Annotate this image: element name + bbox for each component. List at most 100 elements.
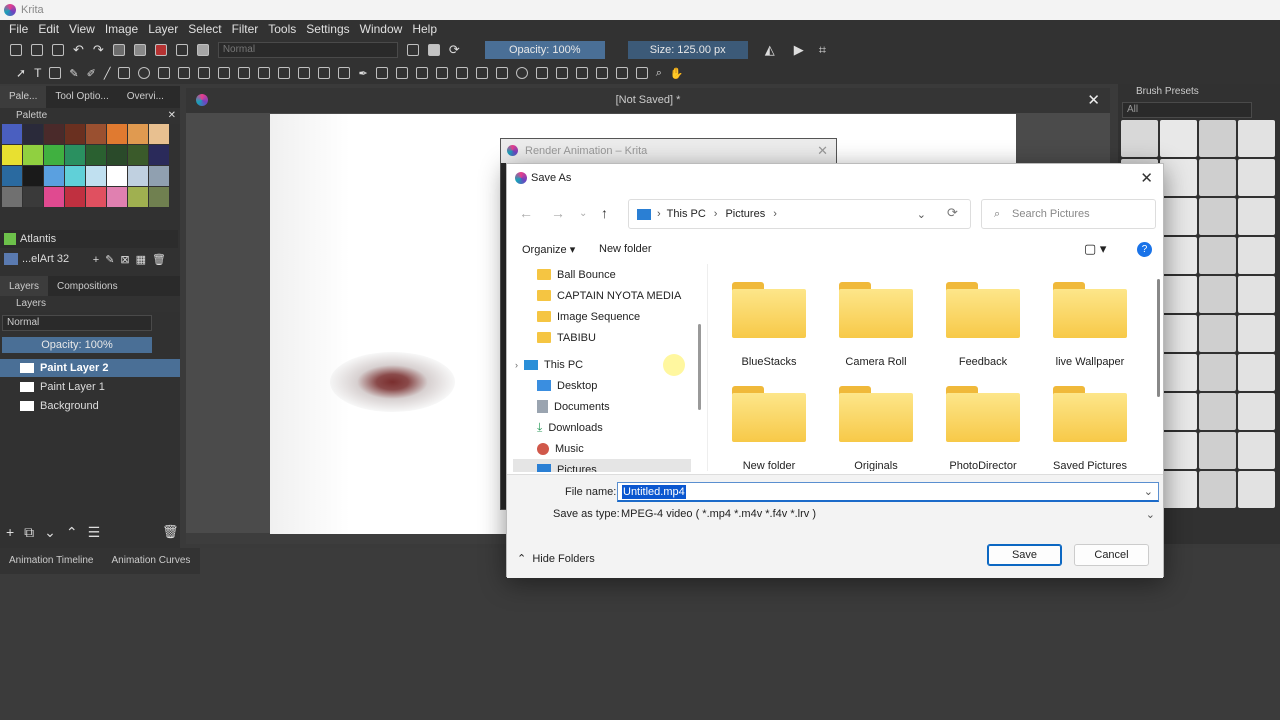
address-bar[interactable]: › This PC › Pictures › ⌄ [628, 199, 971, 229]
text-tool-icon[interactable]: T [34, 66, 41, 80]
palette-swatch[interactable] [107, 166, 127, 186]
brush-preset-tile[interactable] [1199, 120, 1236, 157]
palette-swatch[interactable] [2, 124, 22, 144]
palette-swatch[interactable] [65, 124, 85, 144]
palette-swatch[interactable] [149, 187, 169, 207]
palette-swatch[interactable] [149, 145, 169, 165]
palette-swatch[interactable] [65, 166, 85, 186]
brush-preset-tile[interactable] [1238, 471, 1275, 508]
tree-folder[interactable]: TABIBU [537, 327, 596, 348]
chevron-down-icon[interactable]: ⌄ [917, 208, 926, 221]
move-tool-icon[interactable] [298, 67, 311, 79]
layer-row-active[interactable]: Paint Layer 2 [0, 359, 180, 377]
measure-tool-icon[interactable] [455, 67, 468, 79]
fill-tool-icon[interactable] [395, 67, 408, 79]
tree-pictures-selected[interactable]: Pictures [513, 459, 691, 472]
save-type-select[interactable]: MPEG-4 video ( *.mp4 *.m4v *.f4v *.lrv )… [617, 504, 1159, 524]
brush-preset-tile[interactable] [1160, 276, 1197, 313]
smart-patch-icon[interactable] [375, 67, 388, 79]
new-folder-button[interactable]: New folder [599, 243, 652, 255]
menu-edit[interactable]: Edit [33, 22, 64, 36]
palette-swatch[interactable] [2, 145, 22, 165]
document-tab[interactable]: [Not Saved] * ✕ [186, 88, 1110, 113]
menu-settings[interactable]: Settings [301, 22, 354, 36]
color-picker-icon[interactable]: ✒ [358, 67, 367, 80]
layer-blend-select[interactable]: Normal [2, 315, 152, 331]
menu-tools[interactable]: Tools [263, 22, 301, 36]
brush-preset-tile[interactable] [1238, 159, 1275, 196]
opacity-slider[interactable]: Opacity: 100% [484, 41, 605, 59]
pan-tool-icon[interactable]: ✋ [670, 67, 684, 80]
close-icon[interactable]: ✕ [817, 139, 828, 163]
tab-layers[interactable]: Layers [0, 276, 49, 298]
edit-shapes-icon[interactable] [49, 67, 62, 79]
brush-preset-tile[interactable] [1160, 393, 1197, 430]
brush-preset-tile[interactable] [1160, 120, 1197, 157]
brush-settings-icon[interactable] [175, 44, 188, 56]
mirror-vertical-icon[interactable]: ▶ [794, 42, 804, 58]
palette-swatch[interactable] [2, 187, 22, 207]
layer-actions[interactable]: +⧉⌄⌃☰ [6, 524, 110, 541]
palette-swatch[interactable] [86, 124, 106, 144]
brush-preset-tile[interactable] [1238, 198, 1275, 235]
brush-preset-tile[interactable] [1199, 315, 1236, 352]
chevron-down-icon[interactable]: ⌄ [1146, 508, 1155, 521]
freehand-path-icon[interactable] [218, 67, 231, 79]
ellipse-tool-icon[interactable] [138, 67, 151, 79]
polyline-tool-icon[interactable] [178, 67, 191, 79]
menu-filter[interactable]: Filter [227, 22, 264, 36]
reload-preset-icon[interactable]: ⟳ [449, 42, 460, 58]
brush-preset-tile[interactable] [1160, 354, 1197, 391]
bezier-tool-icon[interactable] [198, 67, 211, 79]
menu-layer[interactable]: Layer [143, 22, 183, 36]
refresh-icon[interactable]: ⟳ [947, 205, 958, 221]
tree-folder[interactable]: CAPTAIN NYOTA MEDIA [537, 285, 681, 306]
blend-mode-select[interactable]: Normal [217, 42, 398, 58]
close-icon[interactable]: ✕ [1140, 169, 1153, 187]
polygon-select-icon[interactable] [535, 67, 548, 79]
brush-preset-tile[interactable] [1160, 471, 1197, 508]
file-folder-item[interactable]: Originals [826, 386, 926, 471]
brush-preset-tile[interactable] [1199, 237, 1236, 274]
new-document-icon[interactable] [10, 44, 22, 56]
file-folder-item[interactable]: Saved Pictures [1040, 386, 1140, 471]
palette-swatch[interactable] [23, 145, 43, 165]
save-document-icon[interactable] [52, 44, 64, 56]
select-shapes-icon[interactable]: ➚ [16, 66, 26, 80]
line-tool-icon[interactable]: ╱ [104, 67, 111, 80]
organize-button[interactable]: Organize ▾ [522, 243, 575, 256]
rect-select-icon[interactable] [495, 67, 508, 79]
menu-view[interactable]: View [64, 22, 100, 36]
palette-swatch[interactable] [86, 145, 106, 165]
rectangle-tool-icon[interactable] [118, 67, 131, 79]
brush-preset-tile[interactable] [1238, 393, 1275, 430]
chevron-down-icon[interactable]: ⌄ [1143, 484, 1154, 499]
palette-swatch[interactable] [128, 166, 148, 186]
brush-preset-tile[interactable] [1160, 432, 1197, 469]
breadcrumb-this-pc[interactable]: This PC [667, 208, 706, 220]
brush-preset-tile[interactable] [1121, 120, 1158, 157]
tab-palette[interactable]: Pale... [0, 86, 47, 108]
reference-tool-icon[interactable] [475, 67, 488, 79]
layer-row[interactable]: Paint Layer 1 [0, 378, 180, 396]
palette-swatch[interactable] [128, 145, 148, 165]
tree-scrollbar[interactable] [698, 324, 701, 410]
breadcrumb-pictures[interactable]: Pictures [725, 208, 765, 220]
palette-swatch[interactable] [149, 166, 169, 186]
calligraphy-icon[interactable]: ✎ [69, 67, 78, 80]
palette-swatch[interactable] [107, 145, 127, 165]
search-input[interactable]: ⌕ Search Pictures [981, 199, 1156, 229]
palette-swatch[interactable] [44, 124, 64, 144]
palette-swatch[interactable] [128, 187, 148, 207]
menu-image[interactable]: Image [100, 22, 143, 36]
tab-overview[interactable]: Overvi... [118, 86, 173, 108]
brush-preset-tile[interactable] [1199, 432, 1236, 469]
tab-compositions[interactable]: Compositions [48, 276, 127, 298]
multibrush-icon[interactable] [258, 67, 271, 79]
close-icon[interactable]: ✕ [168, 108, 176, 124]
brush-preset-tile[interactable] [1199, 393, 1236, 430]
brush-preset-tile[interactable] [1199, 471, 1236, 508]
palette-swatch[interactable] [128, 124, 148, 144]
mirror-horizontal-icon[interactable]: ◭ [765, 42, 775, 58]
brush-preset-tile[interactable] [1238, 432, 1275, 469]
